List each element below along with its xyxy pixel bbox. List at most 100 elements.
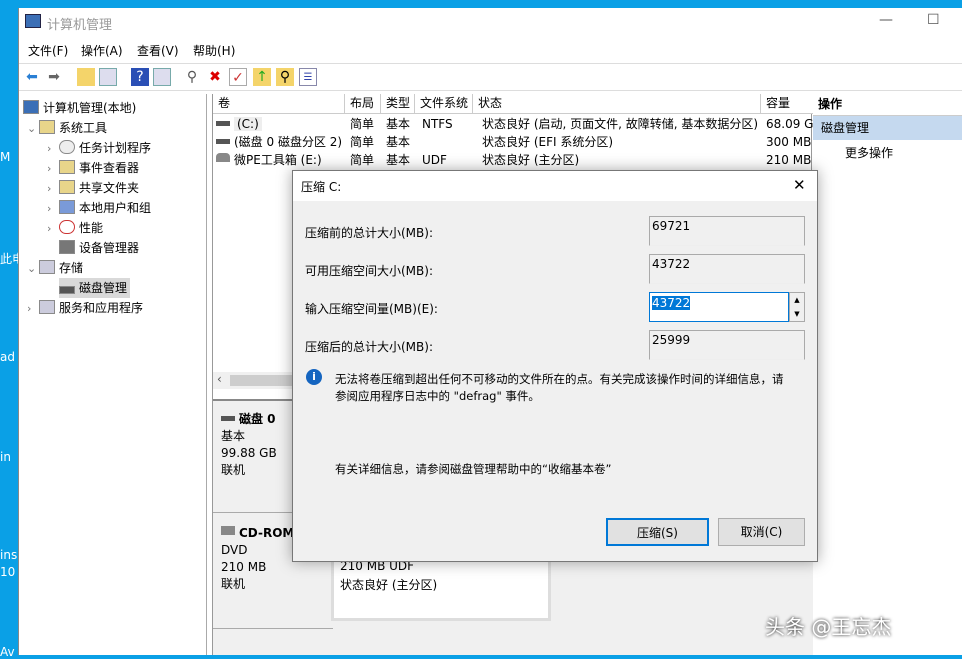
- volume-type: 基本: [386, 133, 410, 151]
- available-shrink-field: 43722: [649, 254, 805, 284]
- desktop-label: M: [0, 150, 20, 164]
- tree-item-performance[interactable]: › 性能: [47, 218, 103, 238]
- tree-item-storage[interactable]: ⌄存储: [27, 258, 83, 278]
- chevron-down-icon[interactable]: ⌄: [27, 119, 39, 139]
- maximize-button[interactable]: ☐: [927, 12, 940, 28]
- dialog-title-bar[interactable]: 压缩 C: ✕: [293, 171, 817, 201]
- stepper-down-icon[interactable]: ▼: [790, 307, 804, 321]
- quantity-stepper[interactable]: ▲▼: [789, 292, 805, 322]
- performance-icon: [59, 220, 75, 234]
- volume-name: (C:): [234, 117, 262, 131]
- cancel-button[interactable]: 取消(C): [718, 518, 805, 546]
- tree-item-event-viewer[interactable]: › 事件查看器: [47, 158, 139, 178]
- table-row[interactable]: 微PE工具箱 (E:) 简单 基本 UDF 状态良好 (主分区) 210 MB: [213, 151, 813, 169]
- delete-icon[interactable]: ✖: [206, 68, 224, 86]
- event-viewer-icon: [59, 160, 75, 174]
- storage-icon: [39, 260, 55, 274]
- desktop-label: 10: [0, 565, 20, 579]
- chevron-right-icon[interactable]: ›: [47, 139, 59, 159]
- disk-size: 210 MB: [221, 559, 266, 576]
- more-actions-link[interactable]: 更多操作: [845, 144, 893, 161]
- volume-name: (磁盘 0 磁盘分区 2): [234, 135, 342, 149]
- total-size-before-field: 69721: [649, 216, 805, 246]
- tree-item-services-apps[interactable]: ›服务和应用程序: [27, 298, 143, 318]
- drive-icon: [216, 139, 230, 144]
- actions-section[interactable]: 磁盘管理: [813, 116, 962, 140]
- tree-item-local-users[interactable]: › 本地用户和组: [47, 198, 151, 218]
- column-header-volume[interactable]: 卷: [213, 94, 345, 114]
- computer-management-window: 计算机管理 — ☐ 文件(F) 操作(A) 查看(V) 帮助(H) ⬅ ➡ ? …: [18, 8, 962, 655]
- volume-capacity: 300 MB: [766, 133, 813, 151]
- chevron-right-icon[interactable]: ›: [27, 299, 39, 319]
- scroll-left-icon[interactable]: ‹: [217, 372, 222, 386]
- total-size-after-field: 25999: [649, 330, 805, 360]
- action-pane-icon[interactable]: [153, 68, 171, 86]
- disk-size: 99.88 GB: [221, 445, 277, 462]
- tree-root[interactable]: 计算机管理(本地): [23, 98, 136, 118]
- tree-label: 事件查看器: [79, 161, 139, 175]
- volume-table-header: 卷 布局 类型 文件系统 状态 容量: [213, 94, 813, 114]
- tree-item-shared-folders[interactable]: › 共享文件夹: [47, 178, 139, 198]
- partition-status: 状态良好 (主分区): [340, 576, 437, 593]
- volume-status: 状态良好 (主分区): [482, 151, 579, 169]
- chevron-right-icon[interactable]: ›: [47, 199, 59, 219]
- properties-icon[interactable]: ✓: [229, 68, 247, 86]
- volume-layout: 简单: [350, 151, 374, 169]
- computer-management-icon: [25, 14, 41, 28]
- back-icon[interactable]: ⬅: [23, 68, 41, 86]
- column-header-type[interactable]: 类型: [381, 94, 415, 114]
- search-icon[interactable]: ⚲: [276, 68, 294, 86]
- stepper-up-icon[interactable]: ▲: [790, 293, 804, 307]
- minimize-button[interactable]: —: [879, 12, 893, 28]
- shrink-amount-input[interactable]: 43722: [649, 292, 789, 322]
- tree-label: 共享文件夹: [79, 181, 139, 195]
- users-icon: [59, 200, 75, 214]
- shrink-dialog: 压缩 C: ✕ 压缩前的总计大小(MB): 69721 可用压缩空间大小(MB)…: [292, 170, 818, 562]
- tree-item-task-scheduler[interactable]: ›任务计划程序: [47, 138, 151, 158]
- tree-label: 性能: [79, 221, 103, 235]
- field-label: 压缩前的总计大小(MB):: [305, 224, 433, 241]
- info-icon: i: [306, 369, 322, 385]
- chevron-right-icon[interactable]: ›: [47, 159, 59, 179]
- menu-action[interactable]: 操作(A): [81, 42, 123, 59]
- close-button[interactable]: ✕: [793, 176, 806, 194]
- show-hide-tree-icon[interactable]: [99, 68, 117, 86]
- table-row[interactable]: (C:) 简单 基本 NTFS 状态良好 (启动, 页面文件, 故障转储, 基本…: [213, 115, 813, 133]
- table-row[interactable]: (磁盘 0 磁盘分区 2) 简单 基本 状态良好 (EFI 系统分区) 300 …: [213, 133, 813, 151]
- field-label: 可用压缩空间大小(MB):: [305, 262, 433, 279]
- shrink-button[interactable]: 压缩(S): [606, 518, 709, 546]
- navigation-tree: 计算机管理(本地) ⌄系统工具 ›任务计划程序 › 事件查看器 › 共享文件夹 › 本…: [19, 94, 207, 655]
- volume-capacity: 210 MB: [766, 151, 813, 169]
- help-icon[interactable]: ?: [131, 68, 149, 86]
- clock-icon: [59, 140, 75, 154]
- shared-folder-icon: [59, 180, 75, 194]
- drive-icon: [216, 121, 230, 126]
- menu-help[interactable]: 帮助(H): [193, 42, 235, 59]
- column-header-status[interactable]: 状态: [473, 94, 761, 114]
- up-folder-icon[interactable]: [77, 68, 95, 86]
- list-icon[interactable]: ☰: [299, 68, 317, 86]
- column-header-layout[interactable]: 布局: [345, 94, 381, 114]
- column-header-capacity[interactable]: 容量: [761, 94, 813, 114]
- tree-item-device-manager[interactable]: 设备管理器: [47, 238, 139, 258]
- actions-title: 操作: [813, 94, 962, 116]
- tree-label: 计算机管理(本地): [43, 101, 136, 115]
- toolbar: ⬅ ➡ ? ⚲ ✖ ✓ ↑ ⚲ ☰: [19, 63, 962, 91]
- tree-item-disk-management[interactable]: 磁盘管理: [47, 278, 130, 298]
- disk-status: 联机: [221, 576, 245, 593]
- column-header-filesystem[interactable]: 文件系统: [415, 94, 473, 114]
- title-bar[interactable]: 计算机管理 — ☐: [19, 8, 962, 38]
- chevron-right-icon[interactable]: ›: [47, 179, 59, 199]
- volume-filesystem: UDF: [422, 151, 447, 169]
- tree-item-system-tools[interactable]: ⌄系统工具: [27, 118, 107, 138]
- menu-view[interactable]: 查看(V): [137, 42, 179, 59]
- forward-icon[interactable]: ➡: [45, 68, 63, 86]
- menu-bar: 文件(F) 操作(A) 查看(V) 帮助(H): [19, 40, 962, 62]
- menu-file[interactable]: 文件(F): [28, 42, 68, 59]
- open-icon[interactable]: ↑: [253, 68, 271, 86]
- chevron-down-icon[interactable]: ⌄: [27, 259, 39, 279]
- tree-label: 本地用户和组: [79, 201, 151, 215]
- chevron-right-icon[interactable]: ›: [47, 219, 59, 239]
- connect-icon[interactable]: ⚲: [183, 68, 201, 86]
- volume-type: 基本: [386, 115, 410, 133]
